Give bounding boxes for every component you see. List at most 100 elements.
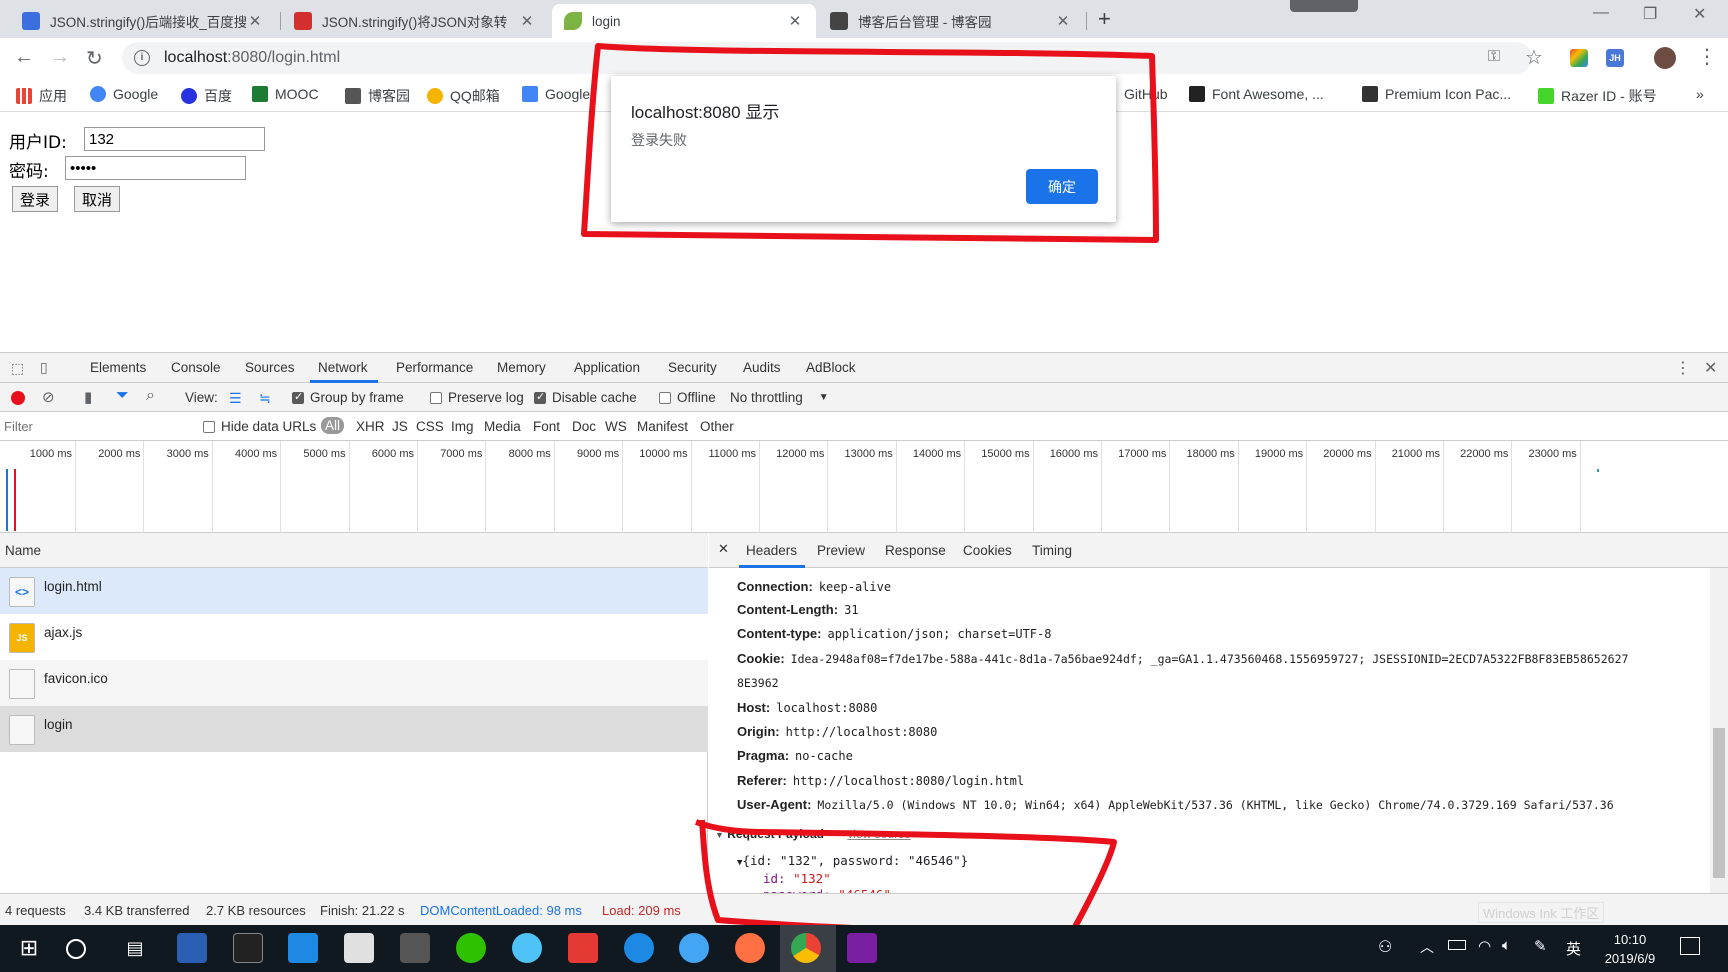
restore-icon[interactable]: ❐ [1643,4,1657,24]
tab-adblock[interactable]: AdBlock [806,360,856,375]
wechat-icon[interactable] [456,933,486,963]
calculator-icon[interactable] [400,933,430,963]
filter-type-other[interactable]: Other [700,419,734,434]
browser-tab-2[interactable]: JSON.stringify()将JSON对象转 ✕ [282,4,548,38]
jh-extension-icon[interactable]: JH [1606,49,1624,67]
chevron-up-icon[interactable]: ︿ [1420,937,1434,957]
table-row[interactable]: JS ajax.js [0,614,708,660]
filter-type-font[interactable]: Font [533,419,560,434]
filter-type-css[interactable]: CSS [416,419,444,434]
payload-summary[interactable]: ▼{id: "132", password: "46546"} [737,853,968,868]
scrollbar-thumb[interactable] [1713,728,1725,878]
bookmark-mooc[interactable]: MOOC [252,86,319,102]
tab-preview[interactable]: Preview [817,543,865,558]
system-clock[interactable]: 10:10 2019/6/9 [1590,930,1670,968]
minimize-icon[interactable]: — [1593,4,1609,22]
table-row[interactable]: favicon.ico [0,660,708,706]
bookmark-apps[interactable]: 应用 [16,86,67,106]
large-rows-icon[interactable]: ☰ [229,390,242,407]
ie-icon[interactable] [679,933,709,963]
filter-input[interactable] [4,416,184,436]
group-by-frame-toggle[interactable]: Group by frame [292,390,404,405]
name-column-header[interactable]: Name [5,543,41,558]
device-toggle-icon[interactable]: ▯ [40,359,48,376]
filter-type-xhr[interactable]: XHR [356,419,385,434]
record-icon[interactable] [11,391,25,405]
address-bar[interactable]: i localhost:8080/login.html ⚿ [122,42,1532,74]
view-source-link[interactable]: view source [847,827,910,841]
pen-icon[interactable]: ✎ [1534,937,1547,955]
cancel-button[interactable]: 取消 [74,186,121,212]
checkbox[interactable] [203,420,215,433]
tab-memory[interactable]: Memory [497,360,546,375]
camera-icon[interactable]: ▮ [84,388,92,406]
tab-elements[interactable]: Elements [90,360,146,375]
wifi-icon[interactable]: ◠ [1478,937,1491,955]
window-close-icon[interactable]: ✕ [1693,4,1706,24]
table-row[interactable]: <> login.html [0,568,708,614]
close-icon[interactable]: ✕ [518,12,536,30]
menu-kebab-icon[interactable]: ⋮ [1697,44,1717,69]
filter-type-js[interactable]: JS [392,419,408,434]
bookmark-razer[interactable]: Razer ID - 账号 [1538,86,1657,106]
filter-type-media[interactable]: Media [484,419,521,434]
preserve-log-toggle[interactable]: Preserve log [430,390,524,405]
request-payload-section[interactable]: ▼ Request Payload view source [715,827,911,841]
hide-data-urls-toggle[interactable]: Hide data URLs [203,419,316,434]
filter-type-doc[interactable]: Doc [572,419,596,434]
reload-icon[interactable]: ↻ [86,46,103,71]
details-scrollbar[interactable] [1710,568,1728,893]
filter-type-all[interactable]: All [321,417,345,434]
intellij-icon[interactable] [847,933,877,963]
store-icon[interactable] [288,933,318,963]
terminal-icon[interactable] [233,933,263,963]
tab-network[interactable]: Network [318,360,368,375]
details-close-icon[interactable]: ✕ [718,541,729,557]
bookmark-cnblogs[interactable]: 博客园 [345,86,410,106]
tab-performance[interactable]: Performance [396,360,473,375]
new-tab-plus-icon[interactable]: + [1098,6,1111,32]
checkbox-checked[interactable] [292,390,304,404]
youdao-icon[interactable] [568,933,598,963]
close-icon[interactable]: ✕ [786,12,804,30]
forward-arrow-icon[interactable]: → [50,46,70,69]
avatar[interactable] [1654,47,1676,69]
mail-icon[interactable] [344,933,374,963]
close-icon[interactable]: ✕ [1054,12,1072,30]
network-overview-timeline[interactable]: 1000 ms 2000 ms 3000 ms 4000 ms 5000 ms 6000 … [0,441,1728,533]
tab-console[interactable]: Console [171,360,221,375]
tab-response[interactable]: Response [885,543,946,558]
tab-security[interactable]: Security [668,360,717,375]
tab-cookies[interactable]: Cookies [963,543,1012,558]
tab-audits[interactable]: Audits [743,360,781,375]
task-view-icon[interactable]: ▤ [120,933,150,963]
bookmark-google[interactable]: Google [90,86,158,102]
browser-tab-active[interactable]: login ✕ [552,4,816,38]
bookmarks-overflow-icon[interactable]: » [1696,86,1704,102]
bookmark-star-icon[interactable]: ☆ [1525,45,1543,70]
bookmark-github[interactable]: GitHub [1124,86,1168,102]
devtools-menu-icon[interactable]: ⋮ [1675,358,1691,378]
offline-toggle[interactable]: Offline [659,390,716,405]
edge-icon[interactable] [624,933,654,963]
bookmark-baidu[interactable]: 百度 [181,86,232,106]
volume-icon[interactable]: 🔈︎ [1502,937,1511,954]
people-icon[interactable]: ⚇ [1378,937,1392,957]
filter-type-img[interactable]: Img [451,419,474,434]
paint-icon[interactable] [512,933,542,963]
tab-headers[interactable]: Headers [746,543,797,558]
back-arrow-icon[interactable]: ← [14,46,34,69]
browser-tab-1[interactable]: JSON.stringify()后端接收_百度搜 ✕ [10,4,276,38]
password-input[interactable] [65,156,246,180]
login-button[interactable]: 登录 [12,186,59,212]
inspect-element-icon[interactable]: ⬚ [11,360,24,377]
info-icon[interactable]: i [134,50,150,66]
tab-timing[interactable]: Timing [1032,543,1072,558]
search-icon[interactable] [66,939,86,959]
bookmark-qqmail[interactable]: QQ邮箱 [427,86,500,106]
bookmark-google-translate[interactable]: Google [522,86,590,102]
user-id-input[interactable] [84,127,265,151]
checkbox[interactable] [659,391,671,404]
windows-start-icon[interactable]: ⊞ [14,933,44,963]
filter-funnel-icon[interactable]: ⏷ [116,387,129,405]
